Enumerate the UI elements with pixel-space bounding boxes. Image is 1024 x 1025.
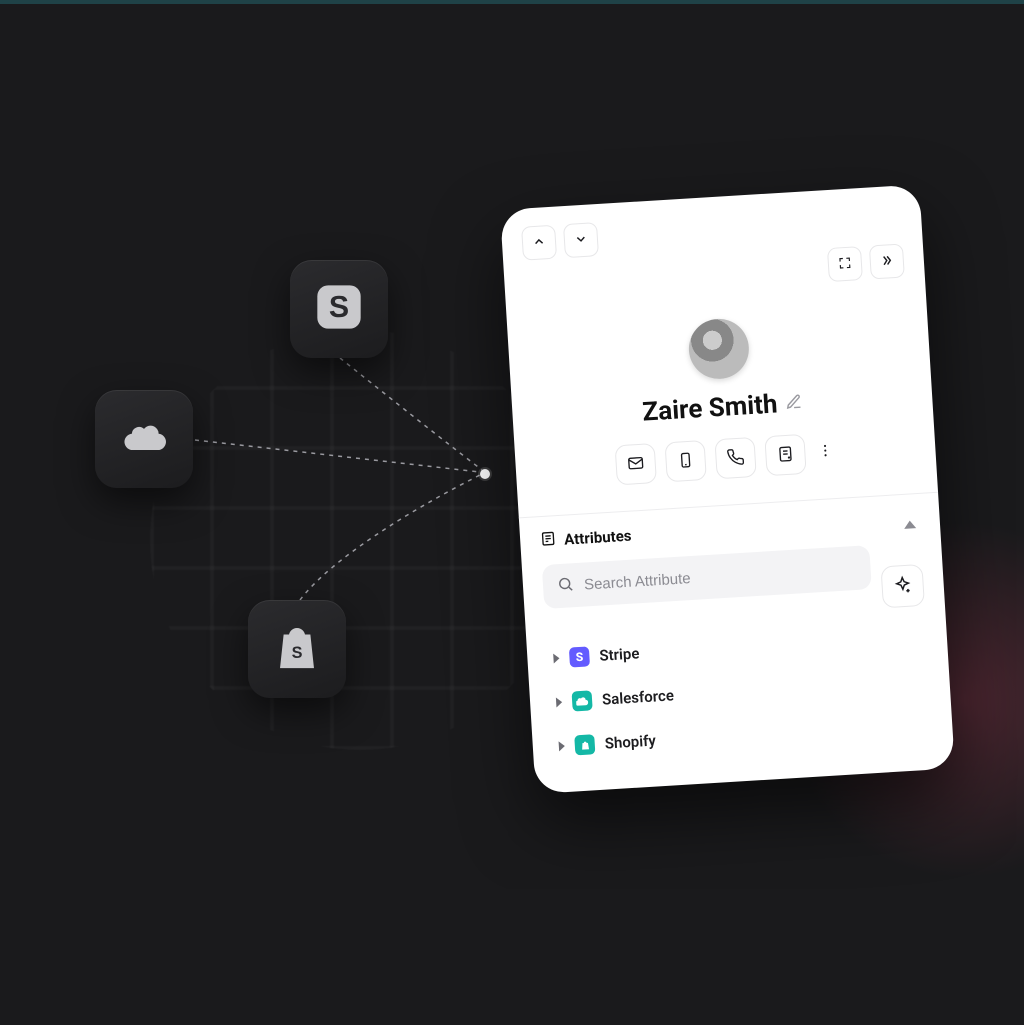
window-top-border [0,0,1024,4]
email-button[interactable] [615,443,657,485]
integration-tile-shopify[interactable]: S [248,600,346,698]
integration-tile-salesforce[interactable] [95,390,193,488]
salesforce-badge-icon [572,690,593,711]
collapse-button[interactable] [869,243,905,279]
cloud-icon [118,411,170,467]
search-attribute-field[interactable] [542,545,872,609]
attribute-label: Stripe [599,644,640,664]
triangle-right-icon [559,741,566,751]
contact-card: Zaire Smith [500,184,955,794]
chevron-down-icon [573,231,588,249]
avatar [687,317,751,381]
prev-button[interactable] [521,225,557,261]
next-button[interactable] [563,222,599,258]
note-button[interactable] [764,434,806,476]
chevron-up-icon [532,234,547,252]
expand-icon [837,255,852,273]
svg-text:S: S [329,291,349,324]
triangle-up-icon [904,520,916,529]
decorative-globe-grid [150,330,570,750]
integration-tile-stripe[interactable]: S [290,260,388,358]
more-vertical-icon [817,442,834,463]
note-add-icon [776,444,795,466]
add-attribute-button[interactable] [880,564,924,608]
shopify-badge-icon [574,734,595,755]
stripe-badge-icon: S [569,646,590,667]
smartphone-icon [676,450,695,472]
triangle-right-icon [556,697,563,707]
search-icon [556,575,574,597]
more-button[interactable] [814,434,836,471]
search-attribute-input[interactable] [584,559,858,593]
sparkle-plus-icon [892,574,913,598]
phone-icon [726,447,745,469]
triangle-right-icon [553,653,560,663]
attribute-label: Shopify [604,731,656,752]
contact-name: Zaire Smith [642,389,779,427]
chevrons-right-icon [879,253,894,271]
letter-s-icon: S [313,281,365,337]
call-button[interactable] [714,437,756,479]
shopping-bag-icon: S [271,621,323,677]
connection-endpoint-dot [480,469,490,479]
form-icon [540,530,557,551]
attribute-label: Salesforce [602,686,675,708]
pencil-icon[interactable] [785,392,803,414]
mail-icon [626,453,645,475]
expand-button[interactable] [827,246,863,282]
svg-text:S: S [292,644,303,662]
mobile-button[interactable] [664,440,706,482]
